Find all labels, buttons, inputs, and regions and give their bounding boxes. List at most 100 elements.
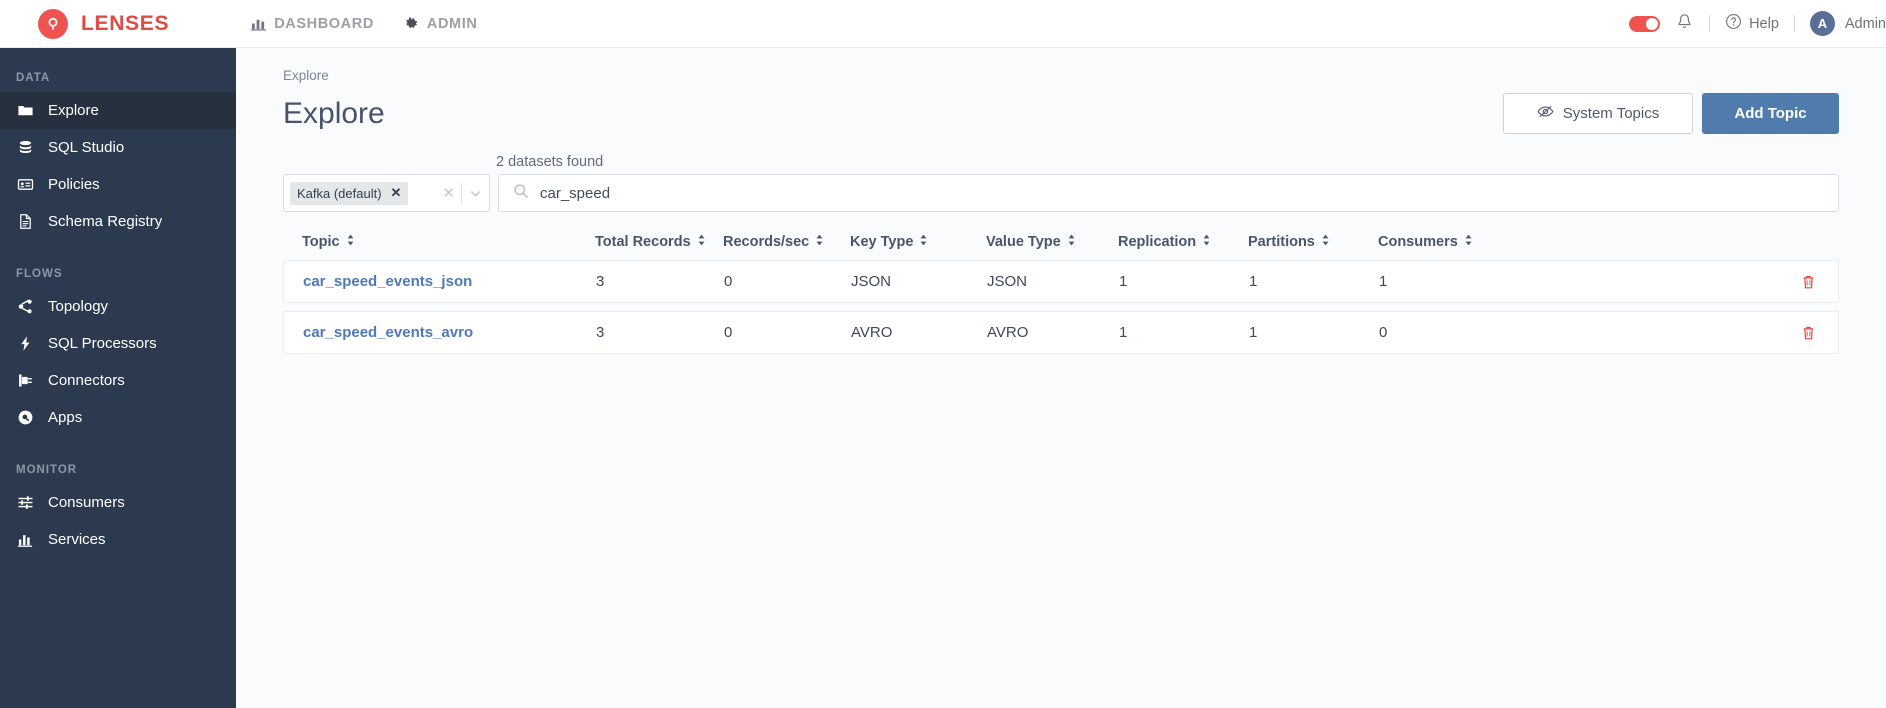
share-nodes-icon <box>16 298 35 315</box>
connection-chip: Kafka (default) ✕ <box>290 181 409 205</box>
brand-logo[interactable]: LENSES <box>38 8 170 39</box>
sort-arrows-icon <box>346 234 355 250</box>
cell-topic: car_speed_events_avro <box>284 324 596 341</box>
sidebar-item-explore[interactable]: Explore <box>0 92 236 129</box>
user-menu[interactable]: A Admin <box>1809 11 1886 36</box>
table-row[interactable]: car_speed_events_avro 3 0 AVRO AVRO 1 1 … <box>283 311 1839 354</box>
sidebar-item-connectors[interactable]: Connectors <box>0 362 236 399</box>
avatar: A <box>1809 11 1835 36</box>
cell-consumers: 1 <box>1379 273 1388 290</box>
cell-replication: 1 <box>1119 273 1128 290</box>
chip-close-icon[interactable]: ✕ <box>391 185 402 201</box>
top-nav-dashboard-label: DASHBOARD <box>274 15 374 32</box>
clear-all-icon[interactable]: ✕ <box>442 184 455 202</box>
sort-arrows-icon <box>1321 234 1330 250</box>
cell-actions <box>1554 325 1838 341</box>
column-header-label: Value Type <box>986 234 1061 250</box>
sidebar-item-label: Explore <box>48 102 99 119</box>
connection-select[interactable]: Kafka (default) ✕ ✕ <box>283 174 490 212</box>
sidebar-item-label: Connectors <box>48 372 125 389</box>
page-header-actions: System Topics Add Topic <box>1503 93 1839 134</box>
cell-total-records: 3 <box>596 324 605 341</box>
cell-total-records: 3 <box>596 273 605 290</box>
connection-chip-label: Kafka (default) <box>297 185 382 201</box>
topic-link[interactable]: car_speed_events_json <box>303 273 472 290</box>
sidebar-group-monitor-label: MONITOR <box>16 464 78 476</box>
trash-icon[interactable] <box>1801 274 1816 290</box>
cell-actions <box>1554 274 1838 290</box>
cell-partitions: 1 <box>1249 273 1258 290</box>
cell-key-type: AVRO <box>851 324 893 341</box>
sidebar-item-schema-registry[interactable]: Schema Registry <box>0 203 236 240</box>
divider <box>1709 15 1711 32</box>
column-header-total-records[interactable]: Total Records <box>595 234 723 250</box>
bar-chart-icon <box>16 531 35 548</box>
system-topics-label: System Topics <box>1562 105 1660 122</box>
column-header-key-type[interactable]: Key Type <box>850 234 986 250</box>
plug-icon <box>16 372 35 389</box>
column-header-records-per-sec[interactable]: Records/sec <box>723 234 850 250</box>
column-header-topic[interactable]: Topic <box>283 234 595 250</box>
toggle-knob <box>1646 17 1659 30</box>
theme-toggle[interactable] <box>1629 15 1661 32</box>
sidebar-item-topology[interactable]: Topology <box>0 288 236 325</box>
top-right-controls: Help A Admin <box>1629 11 1886 36</box>
sidebar-item-label: Services <box>48 531 106 548</box>
search-input[interactable]: car_speed <box>498 174 1839 212</box>
notification-bell-icon[interactable] <box>1675 12 1694 36</box>
column-header-label: Consumers <box>1378 234 1458 250</box>
top-header: LENSES DASHBOARD ADMIN Help A Admin <box>0 0 1886 48</box>
system-topics-button[interactable]: System Topics <box>1503 93 1693 134</box>
cell-topic: car_speed_events_json <box>284 273 596 290</box>
column-header-value-type[interactable]: Value Type <box>986 234 1118 250</box>
trash-icon[interactable] <box>1801 325 1816 341</box>
sidebar-item-label: Schema Registry <box>48 213 163 230</box>
sidebar-item-label: SQL Studio <box>48 139 125 156</box>
add-topic-button[interactable]: Add Topic <box>1702 93 1839 134</box>
gear-icon <box>404 16 419 31</box>
main-content: Explore Explore System Topics Add Topic … <box>236 48 1886 708</box>
sidebar-item-policies[interactable]: Policies <box>0 166 236 203</box>
sidebar: DATA Explore SQL Studio Policies Schema … <box>0 48 236 708</box>
sidebar-group-data-label: DATA <box>16 72 51 84</box>
column-header-label: Topic <box>302 234 340 250</box>
column-header-consumers[interactable]: Consumers <box>1378 234 1553 250</box>
search-icon <box>513 183 529 204</box>
chevron-down-icon[interactable] <box>468 186 483 201</box>
brand-name: LENSES <box>81 11 170 35</box>
help-button[interactable]: Help <box>1725 13 1779 34</box>
column-header-partitions[interactable]: Partitions <box>1248 234 1378 250</box>
top-nav: DASHBOARD ADMIN <box>251 16 477 32</box>
top-nav-admin-label: ADMIN <box>426 15 478 32</box>
sort-arrows-icon <box>1067 234 1076 250</box>
sidebar-item-consumers[interactable]: Consumers <box>0 484 236 521</box>
column-header-label: Key Type <box>850 234 914 250</box>
divider <box>461 183 462 203</box>
apps-circle-icon <box>16 409 35 426</box>
top-nav-admin[interactable]: ADMIN <box>404 16 478 32</box>
sidebar-item-label: Apps <box>48 409 83 426</box>
user-name: Admin <box>1844 15 1886 32</box>
sidebar-item-sql-processors[interactable]: SQL Processors <box>0 325 236 362</box>
sidebar-item-label: SQL Processors <box>48 335 157 352</box>
table-row[interactable]: car_speed_events_json 3 0 JSON JSON 1 1 … <box>283 260 1839 303</box>
sidebar-item-sql-studio[interactable]: SQL Studio <box>0 129 236 166</box>
folder-icon <box>16 102 35 119</box>
sort-arrows-icon <box>1202 234 1211 250</box>
top-nav-dashboard[interactable]: DASHBOARD <box>251 16 374 32</box>
eye-slash-icon <box>1537 104 1554 123</box>
sidebar-item-apps[interactable]: Apps <box>0 399 236 436</box>
sort-arrows-icon <box>815 234 824 250</box>
breadcrumb[interactable]: Explore <box>283 68 1886 83</box>
page-header: Explore System Topics Add Topic <box>236 93 1886 134</box>
sidebar-item-services[interactable]: Services <box>0 521 236 558</box>
id-card-icon <box>16 176 35 193</box>
cell-value-type: AVRO <box>987 324 1029 341</box>
cell-consumers: 0 <box>1379 324 1388 341</box>
column-header-replication[interactable]: Replication <box>1118 234 1248 250</box>
topic-link[interactable]: car_speed_events_avro <box>303 324 473 341</box>
column-header-label: Total Records <box>595 234 691 250</box>
bar-chart-icon <box>251 16 267 31</box>
